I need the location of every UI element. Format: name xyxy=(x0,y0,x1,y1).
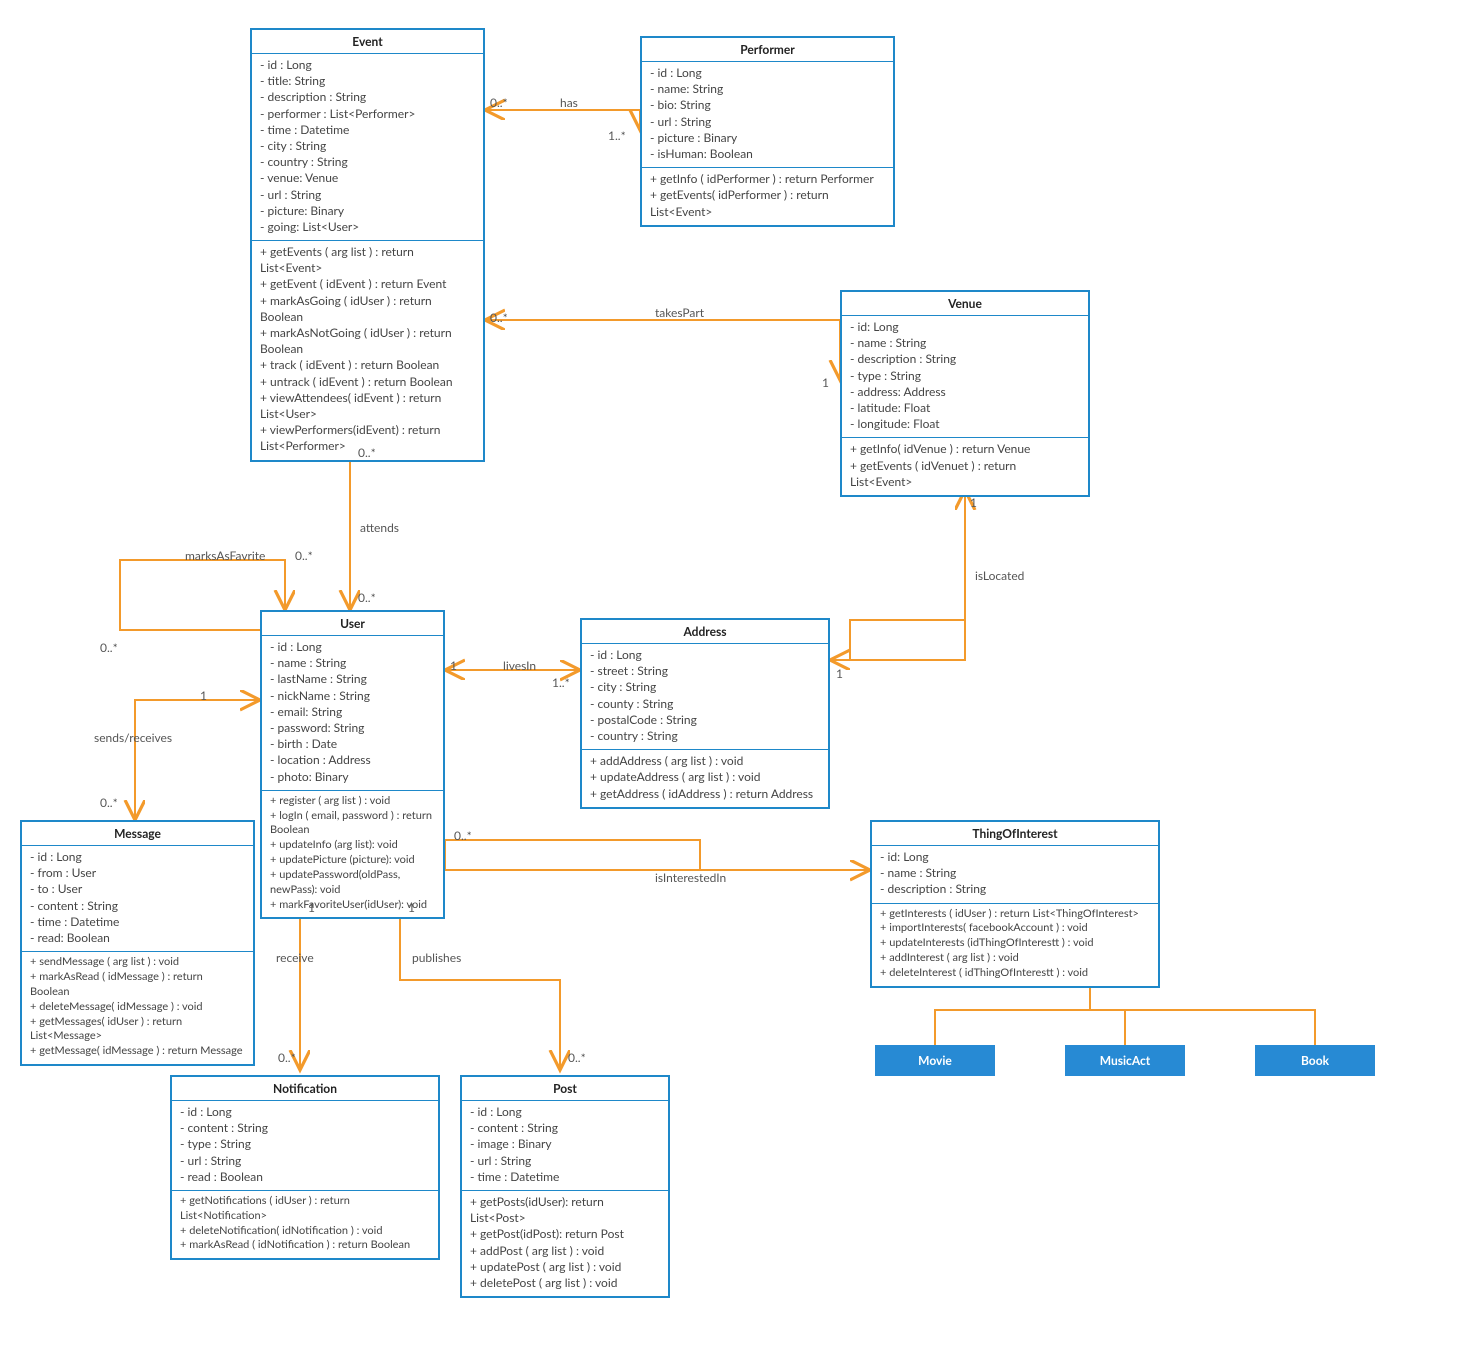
methods: + getEvents ( arg list ) : return List<E… xyxy=(252,241,483,459)
attributes: - id: Long - name : String - description… xyxy=(872,846,1158,904)
mult: 1 xyxy=(200,688,207,703)
label-publishes: publishes xyxy=(412,950,461,965)
mult: 0..* xyxy=(358,445,376,460)
class-notification: Notification - id : Long - content : Str… xyxy=(170,1075,440,1260)
methods: + getInfo ( idPerformer ) : return Perfo… xyxy=(642,168,893,225)
methods: + addAddress ( arg list ) : void + updat… xyxy=(582,750,828,807)
class-title: User xyxy=(262,612,443,636)
class-performer: Performer - id : Long - name: String - b… xyxy=(640,36,895,227)
mult: 0..* xyxy=(295,548,313,563)
label-islocated: isLocated xyxy=(975,568,1024,583)
class-movie: Movie xyxy=(875,1045,995,1076)
uml-canvas: Event - id : Long - title: String - desc… xyxy=(0,0,1482,1360)
methods: + getInfo( idVenue ) : return Venue + ge… xyxy=(842,438,1088,495)
class-thingofinterest: ThingOfInterest - id: Long - name : Stri… xyxy=(870,820,1160,988)
class-venue: Venue - id: Long - name : String - descr… xyxy=(840,290,1090,497)
mult: 0..* xyxy=(454,828,472,843)
class-event: Event - id : Long - title: String - desc… xyxy=(250,28,485,462)
mult: 1 xyxy=(408,900,415,915)
mult: 1..* xyxy=(552,675,570,690)
class-title: Message xyxy=(22,822,253,846)
methods: + getNotifications ( idUser ) : return L… xyxy=(172,1191,438,1258)
attributes: - id: Long - name : String - description… xyxy=(842,316,1088,438)
attributes: - id : Long - content : String - image :… xyxy=(462,1101,668,1191)
class-title: Notification xyxy=(172,1077,438,1101)
mult: 1 xyxy=(836,666,843,681)
mult: 1..* xyxy=(608,128,626,143)
class-address: Address - id : Long - street : String - … xyxy=(580,618,830,809)
mult: 1 xyxy=(822,375,829,390)
methods: + sendMessage ( arg list ) : void + mark… xyxy=(22,952,253,1064)
class-title: ThingOfInterest xyxy=(872,822,1158,846)
mult: 1 xyxy=(450,658,457,673)
class-user: User - id : Long - name : String - lastN… xyxy=(260,610,445,919)
label-livesin: livesIn xyxy=(503,658,536,673)
class-post: Post - id : Long - content : String - im… xyxy=(460,1075,670,1298)
label-has: has xyxy=(560,95,578,110)
mult: 0..* xyxy=(358,590,376,605)
class-message: Message - id : Long - from : User - to :… xyxy=(20,820,255,1066)
label-interested: isInterestedIn xyxy=(655,870,726,885)
class-title: Event xyxy=(252,30,483,54)
mult: 0..* xyxy=(100,795,118,810)
methods: + getPosts(idUser): return List<Post> + … xyxy=(462,1191,668,1296)
class-title: Venue xyxy=(842,292,1088,316)
attributes: - id : Long - name: String - bio: String… xyxy=(642,62,893,168)
class-musicact: MusicAct xyxy=(1065,1045,1185,1076)
mult: 1 xyxy=(970,495,977,510)
class-title: Post xyxy=(462,1077,668,1101)
mult: 0..* xyxy=(490,310,508,325)
label-favorite: marksAsFavrite xyxy=(185,548,265,563)
label-takespart: takesPart xyxy=(655,305,704,320)
mult: 0..* xyxy=(490,95,508,110)
attributes: - id : Long - name : String - lastName :… xyxy=(262,636,443,791)
attributes: - id : Long - from : User - to : User - … xyxy=(22,846,253,952)
mult: 0..* xyxy=(568,1050,586,1065)
label-sends: sends/receives xyxy=(94,730,172,745)
label-attends: attends xyxy=(360,520,399,535)
class-title: Address xyxy=(582,620,828,644)
attributes: - id : Long - content : String - type : … xyxy=(172,1101,438,1191)
attributes: - id : Long - title: String - descriptio… xyxy=(252,54,483,241)
mult: 0..* xyxy=(100,640,118,655)
mult: 1 xyxy=(308,900,315,915)
methods: + getInterests ( idUser ) : return List<… xyxy=(872,904,1158,986)
mult: 0..* xyxy=(278,1050,296,1065)
attributes: - id : Long - street : String - city : S… xyxy=(582,644,828,750)
methods: + register ( arg list ) : void + logIn (… xyxy=(262,791,443,918)
class-title: Performer xyxy=(642,38,893,62)
label-receive: receive xyxy=(276,950,314,965)
class-book: Book xyxy=(1255,1045,1375,1076)
